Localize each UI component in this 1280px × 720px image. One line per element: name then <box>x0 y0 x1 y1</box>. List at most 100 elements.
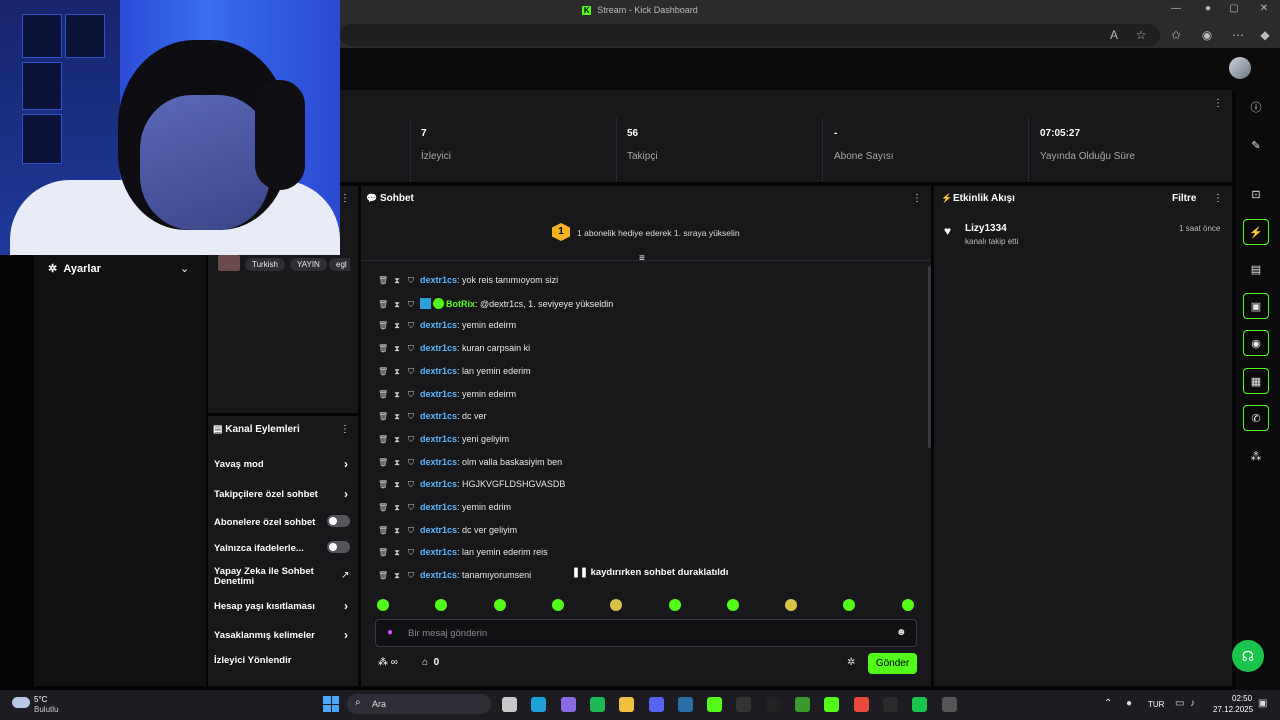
action-followers-only[interactable]: Takipçilere özel sohbet › <box>214 487 354 501</box>
timeout-icon[interactable]: ⧗ <box>392 344 402 354</box>
minecraft-icon[interactable] <box>795 697 810 712</box>
external-link-icon[interactable]: ↗ <box>341 570 349 581</box>
chat-message[interactable]: 🗑 ⧗ ⛉ dextr1cs: dc ver geliyim <box>378 525 517 536</box>
obs-icon[interactable] <box>882 697 898 712</box>
sidebar-item-settings[interactable]: ✲ Ayarlar <box>48 262 101 275</box>
support-headset-button[interactable]: ☊ <box>1232 640 1264 672</box>
emoji-icon[interactable]: ☻ <box>896 627 907 638</box>
chevron-up-icon[interactable]: ⌃ <box>1104 698 1112 709</box>
timeout-icon[interactable]: ⧗ <box>392 480 402 490</box>
mod-shield-icon[interactable]: ⛉ <box>406 412 416 422</box>
chat-message[interactable]: 🗑 ⧗ ⛉ dextr1cs: yemin edeirm <box>378 389 516 400</box>
chat-input-placeholder[interactable]: Bir mesaj gönderin <box>408 628 487 639</box>
copilot-icon[interactable] <box>560 697 576 712</box>
emote-icon[interactable] <box>668 599 681 611</box>
mod-shield-icon[interactable]: ⛉ <box>406 300 416 310</box>
delete-icon[interactable]: 🗑 <box>378 548 388 557</box>
epic-games-icon[interactable] <box>736 697 752 712</box>
weather-temp[interactable]: 5°C <box>34 695 47 704</box>
chat-username[interactable]: dextr1cs <box>420 570 457 580</box>
timeout-icon[interactable]: ⧗ <box>392 503 402 513</box>
delete-icon[interactable]: 🗑 <box>378 321 388 330</box>
mod-shield-icon[interactable]: ⛉ <box>406 435 416 445</box>
timeout-icon[interactable]: ⧗ <box>392 390 402 400</box>
channel-actions-menu-icon[interactable]: ⋮ <box>340 424 350 435</box>
emote-icon[interactable] <box>726 599 739 611</box>
delete-icon[interactable]: 🗑 <box>378 526 388 535</box>
notes-icon[interactable]: ▤ <box>1243 256 1269 282</box>
microphone-icon[interactable]: ● <box>387 627 393 638</box>
timeout-icon[interactable]: ⧗ <box>392 526 402 536</box>
timeout-icon[interactable]: ⧗ <box>392 571 402 581</box>
delete-icon[interactable]: 🗑 <box>378 276 388 285</box>
tag-badge[interactable]: egl <box>329 258 350 271</box>
user-avatar[interactable] <box>1229 57 1251 79</box>
delete-icon[interactable]: 🗑 <box>378 503 388 512</box>
chat-username[interactable]: dextr1cs <box>420 389 457 399</box>
copilot-icon[interactable]: ◆ <box>1257 28 1273 42</box>
spotify-icon[interactable] <box>589 697 605 712</box>
send-button[interactable]: Gönder <box>868 653 917 674</box>
chat-username[interactable]: dextr1cs <box>420 547 457 557</box>
url-field[interactable] <box>340 24 1160 46</box>
timeout-icon[interactable]: ⧗ <box>392 548 402 558</box>
discord-icon[interactable] <box>648 697 664 712</box>
channel-points[interactable]: ⁂ ∞ <box>378 657 398 668</box>
mod-shield-icon[interactable]: ⛉ <box>406 344 416 354</box>
windows-start-icon[interactable] <box>323 696 339 712</box>
maximize-button[interactable]: ▢ <box>1222 3 1246 14</box>
share-icon[interactable]: ⁂ <box>1243 443 1269 469</box>
quick-actions-icon[interactable]: ⚡ <box>1243 219 1269 245</box>
activity-filter-button[interactable]: Filtre <box>1172 193 1196 204</box>
mod-shield-icon[interactable]: ⛉ <box>406 526 416 536</box>
delete-icon[interactable]: 🗑 <box>378 480 388 489</box>
tag-badge[interactable]: YAYIN <box>290 258 327 271</box>
chat-username[interactable]: dextr1cs <box>420 525 457 535</box>
chat-username[interactable]: dextr1cs <box>420 434 457 444</box>
delete-icon[interactable]: 🗑 <box>378 458 388 467</box>
stream-info-menu-icon[interactable]: ⋮ <box>340 193 350 204</box>
chat-message[interactable]: 🗑 ⧗ ⛉ dextr1cs: yemin edrim <box>378 502 511 513</box>
notification-bell-icon[interactable]: ▣ <box>1258 698 1267 709</box>
timeout-icon[interactable]: ⧗ <box>392 435 402 445</box>
action-slow-mode[interactable]: Yavaş mod › <box>214 457 354 471</box>
chat-username[interactable]: dextr1cs <box>420 502 457 512</box>
mod-shield-icon[interactable]: ⛉ <box>406 390 416 400</box>
chat-message[interactable]: 🗑 ⧗ ⛉ dextr1cs: HGJKVGFLDSHGVASDB <box>378 479 565 490</box>
chat-message[interactable]: 🗑 ⧗ ⛉ BotRix: @dextr1cs, 1. seviyeye yüksel… <box>378 297 613 310</box>
chat-settings-gear-icon[interactable]: ✲ <box>847 657 855 668</box>
subscribers-only-toggle[interactable] <box>327 515 350 527</box>
favorite-star-icon[interactable]: ☆ <box>1133 28 1149 42</box>
emotes-only-toggle[interactable] <box>327 541 350 553</box>
timeout-icon[interactable]: ⧗ <box>392 300 402 310</box>
timeout-icon[interactable]: ⧗ <box>392 321 402 331</box>
chat-scrollbar[interactable] <box>928 266 931 448</box>
chat-message[interactable]: 🗑 ⧗ ⛉ dextr1cs: olm valla baskasiyim ben <box>378 457 562 468</box>
minimize-button[interactable]: — <box>1164 3 1188 14</box>
mod-shield-icon[interactable]: ⛉ <box>406 503 416 513</box>
broadcast-icon[interactable]: ◉ <box>1243 330 1269 356</box>
chat-filter-icon[interactable]: ≡ <box>639 253 645 264</box>
chat-username[interactable]: dextr1cs <box>420 457 457 467</box>
chat-icon[interactable]: ▣ <box>1243 293 1269 319</box>
read-aloud-icon[interactable]: A <box>1106 28 1122 42</box>
chat-username[interactable]: BotRix <box>446 299 475 309</box>
chat-paused-notice[interactable]: ❚❚ kaydırırken sohbet duraklatıldı <box>572 567 728 578</box>
screenshot-icon[interactable]: ⊡ <box>1243 181 1269 207</box>
profile-avatar-icon[interactable]: ● <box>1196 3 1220 14</box>
action-banned-words[interactable]: Yasaklanmış kelimeler › <box>214 628 354 642</box>
mod-shield-icon[interactable]: ⛉ <box>406 548 416 558</box>
chevron-down-icon[interactable]: ⌄ <box>180 262 189 275</box>
chat-message[interactable]: 🗑 ⧗ ⛉ dextr1cs: tanamıyorumseni <box>378 570 531 581</box>
delete-icon[interactable]: 🗑 <box>378 412 388 421</box>
chat-message[interactable]: 🗑 ⧗ ⛉ dextr1cs: lan yemin ederim <box>378 366 531 377</box>
chat-message[interactable]: 🗑 ⧗ ⛉ dextr1cs: yok reis tanımıoyom sizi <box>378 275 558 286</box>
action-account-age[interactable]: Hesap yaşı kısıtlaması › <box>214 599 354 613</box>
mod-shield-icon[interactable]: ⛉ <box>406 458 416 468</box>
timeout-icon[interactable]: ⧗ <box>392 276 402 286</box>
settings-icon[interactable] <box>941 697 957 712</box>
stats-menu-icon[interactable]: ⋮ <box>1213 98 1223 109</box>
chat-username[interactable]: dextr1cs <box>420 275 457 285</box>
chat-message[interactable]: 🗑 ⧗ ⛉ dextr1cs: yeni geliyim <box>378 434 509 445</box>
delete-icon[interactable]: 🗑 <box>378 300 388 309</box>
